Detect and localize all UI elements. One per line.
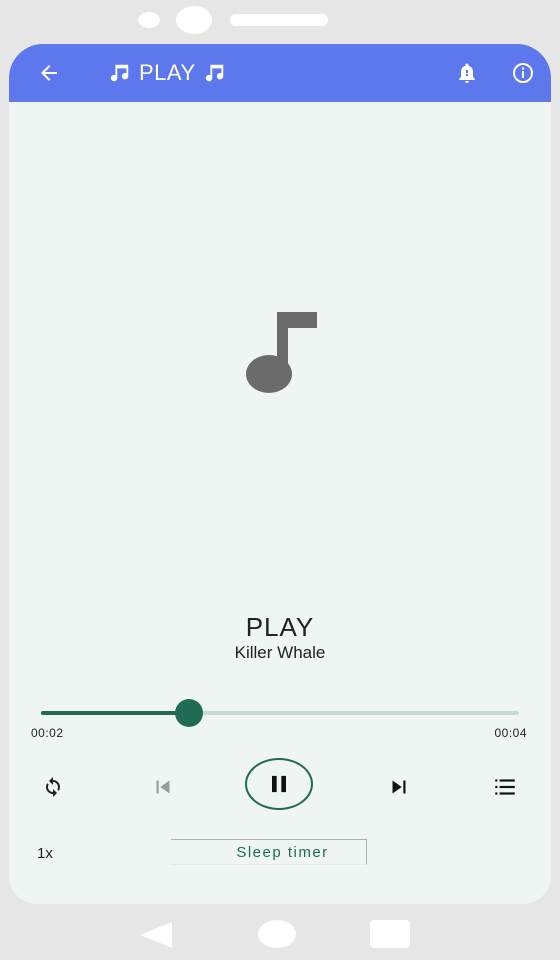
total-time: 00:04 [494,726,527,740]
info-icon[interactable] [511,61,535,85]
seek-bar[interactable] [41,699,519,727]
seek-bar-thumb[interactable] [175,699,204,727]
previous-button[interactable] [147,771,179,803]
sleep-timer-button[interactable]: Sleep timer [171,839,367,865]
front-camera [176,6,212,34]
music-note-icon [205,64,223,82]
arrow-back-icon[interactable] [37,61,61,85]
queue-list-icon [495,779,515,795]
nav-home-icon[interactable] [258,920,296,948]
skip-previous-icon [156,780,170,794]
repeat-icon [45,777,61,797]
next-button[interactable] [383,771,415,803]
sensor-dot [138,12,160,28]
current-time: 00:02 [31,726,64,740]
playback-speed-button[interactable]: 1x [37,845,53,862]
seek-bar-progress [41,711,190,715]
music-note-icon [110,64,129,82]
nav-recents-icon[interactable] [370,920,410,948]
app-title: PLAY [109,59,226,87]
album-art-music-note-icon [246,312,317,393]
queue-button[interactable] [489,771,521,803]
app-bar: PLAY [9,44,551,102]
nav-back-icon[interactable] [138,920,174,950]
device-frame: PLAY PLAY Killer Whale 00:02 00:04 1x Sl… [0,0,560,960]
app-title-text: PLAY [139,60,196,85]
track-artist: Killer Whale [234,643,326,662]
moon-icon [212,845,219,859]
skip-next-icon [392,780,406,794]
repeat-button[interactable] [37,771,69,803]
sleep-timer-label: Sleep timer [236,843,329,861]
play-pause-button[interactable] [245,758,313,810]
alarm-bell-icon[interactable] [455,61,479,85]
pause-icon [272,775,286,793]
app-screen: PLAY PLAY Killer Whale 00:02 00:04 1x Sl… [9,44,551,904]
track-title: PLAY [245,612,315,642]
earpiece-speaker [230,14,328,26]
